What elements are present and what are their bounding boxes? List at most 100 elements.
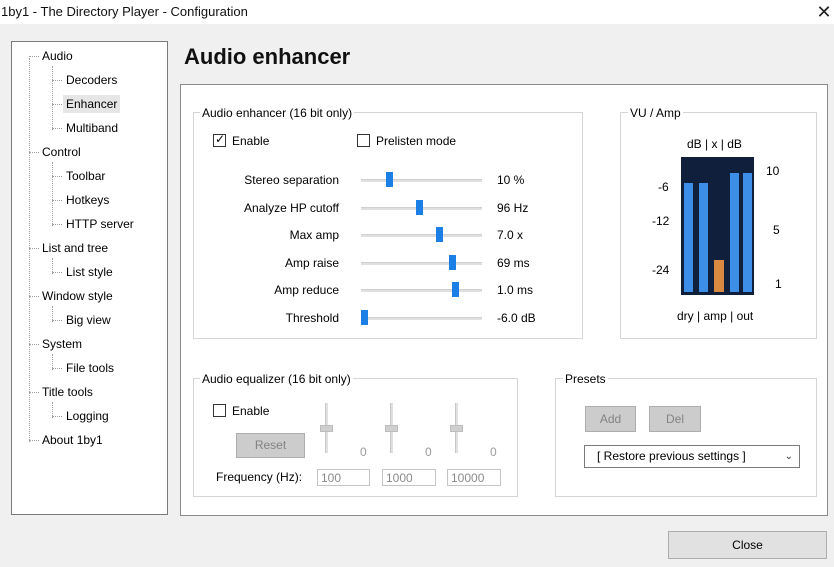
close-window-icon[interactable]: ✕ <box>814 1 834 23</box>
tree-item-decoders[interactable]: Decoders <box>63 71 120 89</box>
vu-right-scale-1: 1 <box>775 277 782 291</box>
equalizer-enable-checkbox[interactable] <box>213 404 226 417</box>
title-bar: 1by1 - The Directory Player - Configurat… <box>0 0 834 24</box>
tree-connector <box>52 162 53 226</box>
analyze-hp-cutoff-value: 96 Hz <box>497 200 529 215</box>
tree-connector <box>29 392 39 393</box>
eq-band-3-slider[interactable] <box>450 425 463 432</box>
max-amp-value: 7.0 x <box>497 228 524 243</box>
eq-band-1-value: 0 <box>360 445 367 459</box>
tree-item-system[interactable]: System <box>39 335 85 353</box>
tree-connector <box>29 56 39 57</box>
window-title: 1by1 - The Directory Player - Configurat… <box>1 4 248 19</box>
threshold-track <box>361 317 482 320</box>
chevron-down-icon: ⌄ <box>784 451 793 462</box>
enhancer-enable-label[interactable]: Enable <box>232 134 269 148</box>
tree-connector <box>29 248 39 249</box>
audio-enhancer-group-label: Audio enhancer (16 bit only) <box>200 106 355 120</box>
tree-item-logging[interactable]: Logging <box>63 407 112 425</box>
max-amp-track <box>361 234 482 238</box>
eq-band-1-frequency-input[interactable] <box>317 469 370 486</box>
preset-dropdown[interactable]: [ Restore previous settings ] ⌄ <box>584 445 800 468</box>
eq-band-3-value: 0 <box>490 445 497 459</box>
tree-item-big-view[interactable]: Big view <box>63 311 114 329</box>
analyze-hp-cutoff-label: Analyze HP cutoff <box>244 200 339 215</box>
tree-connector <box>52 176 62 177</box>
vu-left-scale-24: -24 <box>652 263 670 277</box>
vu-amp-group-label: VU / Amp <box>628 106 683 120</box>
tree-item-audio[interactable]: Audio <box>39 47 76 65</box>
tree-item-toolbar[interactable]: Toolbar <box>63 167 108 185</box>
vu-dry-left-bar <box>684 183 693 292</box>
preset-delete-button[interactable]: Del <box>649 406 701 432</box>
tree-item-control[interactable]: Control <box>39 143 84 161</box>
amp-raise-slider[interactable] <box>448 254 456 270</box>
tree-item-window-style[interactable]: Window style <box>39 287 116 305</box>
presets-group <box>555 378 817 497</box>
tree-item-list-style[interactable]: List style <box>63 263 116 281</box>
vu-dry-right-bar <box>699 183 708 292</box>
amp-reduce-track <box>361 289 482 293</box>
tree-item-enhancer[interactable]: Enhancer <box>63 95 121 113</box>
amp-reduce-slider[interactable] <box>452 282 460 298</box>
tree-connector <box>52 104 62 105</box>
equalizer-enable-label[interactable]: Enable <box>232 404 269 418</box>
tree-connector <box>29 58 30 442</box>
tree-item-http-server[interactable]: HTTP server <box>63 215 137 233</box>
frequency-label: Frequency (Hz): <box>216 470 303 484</box>
max-amp-slider[interactable] <box>436 227 444 243</box>
page-title: Audio enhancer <box>184 44 351 69</box>
tree-item-multiband[interactable]: Multiband <box>63 119 121 137</box>
eq-band-2-value: 0 <box>425 445 432 459</box>
vu-out-left-bar <box>730 173 739 292</box>
amp-reduce-label: Amp reduce <box>274 283 339 298</box>
tree-connector <box>52 80 62 81</box>
eq-band-2-frequency-input[interactable] <box>382 469 436 486</box>
tree-item-list-and-tree[interactable]: List and tree <box>39 239 111 257</box>
stereo-separation-track <box>361 179 482 182</box>
preset-dropdown-value: [ Restore previous settings ] <box>597 449 746 463</box>
vu-right-scale-10: 10 <box>766 164 780 178</box>
tree-connector <box>52 200 62 201</box>
preset-add-button[interactable]: Add <box>585 406 636 432</box>
threshold-slider[interactable] <box>361 310 368 325</box>
vu-out-right-bar <box>743 173 752 292</box>
vu-top-label: dB | x | dB <box>687 137 742 151</box>
prelisten-label[interactable]: Prelisten mode <box>376 134 456 148</box>
check-icon: ✓ <box>215 132 226 146</box>
analyze-hp-cutoff-slider[interactable] <box>415 199 423 215</box>
tree-connector <box>52 368 62 369</box>
tree-connector <box>29 296 39 297</box>
audio-equalizer-group-label: Audio equalizer (16 bit only) <box>200 372 353 386</box>
settings-tree[interactable]: Audio Decoders Enhancer Multiband Control Too… <box>11 41 168 515</box>
tree-connector <box>29 440 39 441</box>
vu-left-scale-6: -6 <box>658 180 669 194</box>
tree-connector <box>29 344 39 345</box>
tree-connector <box>52 128 62 129</box>
eq-band-3-frequency-input[interactable] <box>447 469 501 486</box>
vu-meter <box>681 157 754 295</box>
vu-left-scale-12: -12 <box>652 214 670 228</box>
eq-band-1-slider[interactable] <box>320 425 333 432</box>
eq-band-2-slider[interactable] <box>385 425 398 432</box>
tree-connector <box>52 272 62 273</box>
close-button[interactable]: Close <box>668 531 827 559</box>
tree-item-about-1by1[interactable]: About 1by1 <box>39 431 106 449</box>
vu-bottom-label: dry | amp | out <box>677 309 754 323</box>
stereo-separation-slider[interactable] <box>386 172 394 187</box>
amp-raise-value: 69 ms <box>497 255 530 270</box>
stereo-separation-value: 10 % <box>497 173 525 187</box>
amp-raise-track <box>361 261 482 265</box>
vu-right-scale-5: 5 <box>773 223 780 237</box>
tree-connector <box>52 66 53 130</box>
prelisten-checkbox[interactable] <box>357 134 370 147</box>
amp-raise-label: Amp raise <box>284 255 339 270</box>
tree-item-hotkeys[interactable]: Hotkeys <box>63 191 112 209</box>
equalizer-reset-button[interactable]: Reset <box>236 433 305 458</box>
tree-item-file-tools[interactable]: File tools <box>63 359 117 377</box>
vu-amp-bar <box>714 260 724 292</box>
enhancer-enable-checkbox[interactable]: ✓ <box>213 132 226 147</box>
threshold-value: -6.0 dB <box>497 311 536 325</box>
tree-item-title-tools[interactable]: Title tools <box>39 383 96 401</box>
tree-connector <box>52 224 62 225</box>
